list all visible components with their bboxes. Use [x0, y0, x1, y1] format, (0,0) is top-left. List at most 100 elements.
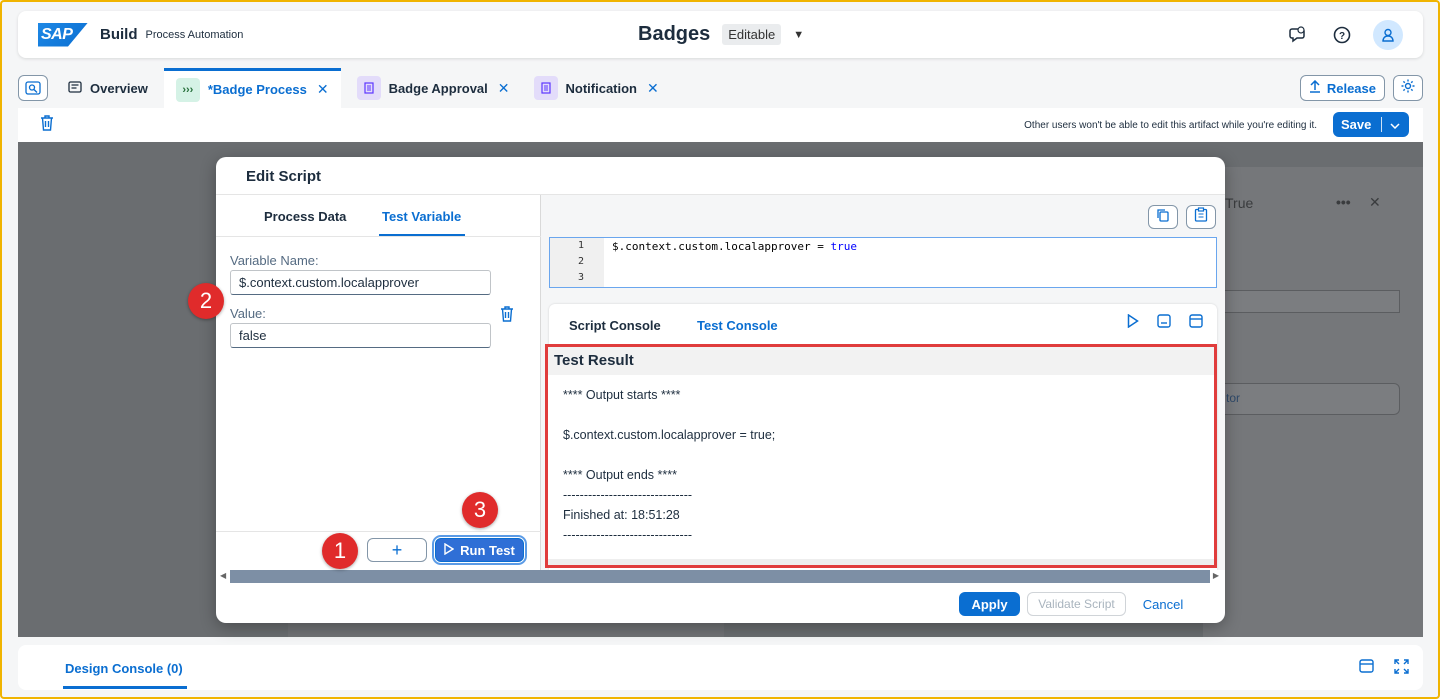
copy-button[interactable]: [1148, 205, 1178, 229]
code-text: $.context.custom.localapprover =: [612, 240, 831, 253]
minimize-icon[interactable]: [1157, 314, 1171, 333]
delete-variable-icon[interactable]: [500, 306, 514, 327]
tab-label: *Badge Process: [207, 82, 307, 97]
editor-toolbar: Other users won't be able to edit this a…: [18, 108, 1423, 142]
code-keyword: true: [830, 240, 858, 253]
tab-label: Notification: [565, 80, 638, 96]
close-tab-icon[interactable]: ✕: [498, 80, 510, 97]
help-icon[interactable]: ?: [1329, 22, 1355, 48]
chevron-down-icon[interactable]: [1390, 117, 1400, 132]
tab-badge-approval[interactable]: Badge Approval ✕: [345, 68, 522, 108]
button-separator: [1381, 117, 1383, 132]
release-label: Release: [1326, 80, 1376, 96]
brand-name: Build: [100, 26, 138, 43]
output-line: Finished at: 18:51:28: [563, 508, 680, 522]
active-tab-indicator: [379, 234, 465, 236]
play-icon[interactable]: [1127, 313, 1139, 333]
expand-icon[interactable]: [1394, 659, 1409, 679]
line-number: 2: [577, 256, 584, 267]
output-line: -------------------------------: [563, 528, 693, 542]
form-icon: [533, 76, 558, 100]
shell-bar: SAP Build Process Automation Badges Edit…: [18, 11, 1423, 58]
test-result-heading: Test Result: [548, 347, 1214, 375]
play-icon: [444, 542, 455, 558]
validate-script-button[interactable]: Validate Script: [1027, 592, 1126, 616]
sap-logo[interactable]: SAP: [38, 22, 88, 47]
step-marker-1: 1: [322, 533, 358, 569]
output-line: **** Output starts ****: [563, 388, 681, 402]
background-text: True: [1225, 195, 1254, 211]
divider: [216, 531, 541, 532]
dialog-title: Edit Script: [246, 168, 322, 185]
settings-button[interactable]: [1393, 75, 1423, 101]
mode-badge: Editable: [722, 24, 782, 45]
tab-process-data[interactable]: Process Data: [264, 209, 346, 224]
variable-name-input[interactable]: $.context.custom.localapprover: [230, 270, 491, 295]
step-marker-2: 2: [188, 283, 224, 319]
run-test-label: Run Test: [460, 542, 515, 558]
add-variable-button[interactable]: +: [367, 538, 427, 562]
step-marker-3: 3: [462, 492, 498, 528]
tab-label: Badge Approval: [388, 80, 488, 96]
horizontal-scrollbar[interactable]: ◀ ▶: [216, 570, 1225, 584]
tab-test-console[interactable]: Test Console: [697, 318, 778, 333]
copy-icon: [1156, 208, 1170, 227]
output-line: -------------------------------: [563, 488, 693, 502]
paste-button[interactable]: [1186, 205, 1216, 229]
overview-icon: [68, 80, 82, 96]
save-label: Save: [1341, 117, 1372, 132]
shell-actions: ?: [1285, 20, 1403, 50]
value-input[interactable]: false: [230, 323, 491, 348]
apply-button[interactable]: Apply: [959, 592, 1020, 616]
cancel-button[interactable]: Cancel: [1136, 592, 1190, 616]
search-artifacts-button[interactable]: [18, 75, 48, 101]
product-name: Process Automation: [145, 28, 244, 41]
tab-test-variable[interactable]: Test Variable: [382, 209, 461, 224]
gear-icon: [1400, 78, 1416, 99]
code-line: $.context.custom.localapprover = true: [612, 240, 857, 253]
artifact-tab-bar: Overview ››› *Badge Process ✕ Badge Appr…: [18, 68, 1423, 108]
save-button[interactable]: Save: [1333, 112, 1409, 137]
scroll-left-icon[interactable]: ◀: [220, 571, 226, 580]
test-result-panel: Test Result **** Output starts **** $.co…: [545, 344, 1217, 568]
project-title: Badges: [638, 23, 711, 45]
tab-script-console[interactable]: Script Console: [569, 318, 661, 333]
background-input: [1218, 290, 1400, 313]
tab-notification[interactable]: Notification ✕: [522, 68, 671, 108]
tab-overview[interactable]: Overview: [56, 68, 160, 108]
output-line: $.context.custom.localapprover = true;: [563, 428, 776, 442]
line-number-gutter: 1 2 3: [550, 238, 604, 287]
tab-design-console[interactable]: Design Console (0): [65, 661, 183, 676]
console-bar-actions: [1359, 659, 1409, 679]
script-editor[interactable]: 1 2 3 $.context.custom.localapprover = t…: [549, 237, 1217, 288]
background-button-text: tor: [1226, 391, 1241, 405]
user-avatar-icon[interactable]: [1373, 20, 1403, 50]
active-tab-indicator: [63, 686, 187, 689]
console-panel: Script Console Test Console Test Result …: [545, 304, 1217, 570]
scrollbar-thumb[interactable]: [230, 570, 1210, 583]
panel-layout-icon[interactable]: [1359, 659, 1374, 679]
maximize-icon[interactable]: [1189, 314, 1203, 333]
joule-assistant-icon[interactable]: [1285, 22, 1311, 48]
form-icon: [356, 76, 381, 100]
scroll-right-icon[interactable]: ▶: [1213, 571, 1219, 580]
tab-bar-actions: Release: [1299, 75, 1423, 101]
mode-dropdown-icon[interactable]: ▼: [793, 29, 804, 41]
tab-label: Overview: [90, 80, 148, 96]
design-console-bar: Design Console (0): [18, 645, 1423, 690]
release-button[interactable]: Release: [1299, 75, 1385, 101]
run-test-button[interactable]: Run Test: [432, 535, 527, 565]
delete-icon[interactable]: [40, 114, 54, 136]
close-tab-icon[interactable]: ✕: [647, 80, 659, 97]
background-close-icon: ✕: [1369, 194, 1381, 210]
tab-badge-process[interactable]: ››› *Badge Process ✕: [163, 68, 341, 108]
editing-lock-note: Other users won't be able to edit this a…: [1024, 119, 1317, 131]
background-button: [1218, 383, 1400, 415]
paste-icon: [1194, 207, 1208, 227]
project-title-area: Badges Editable ▼: [638, 23, 804, 46]
background-canvas-strip: [288, 622, 724, 637]
variables-tabs: Process Data Test Variable: [216, 195, 541, 237]
close-tab-icon[interactable]: ✕: [317, 81, 329, 98]
